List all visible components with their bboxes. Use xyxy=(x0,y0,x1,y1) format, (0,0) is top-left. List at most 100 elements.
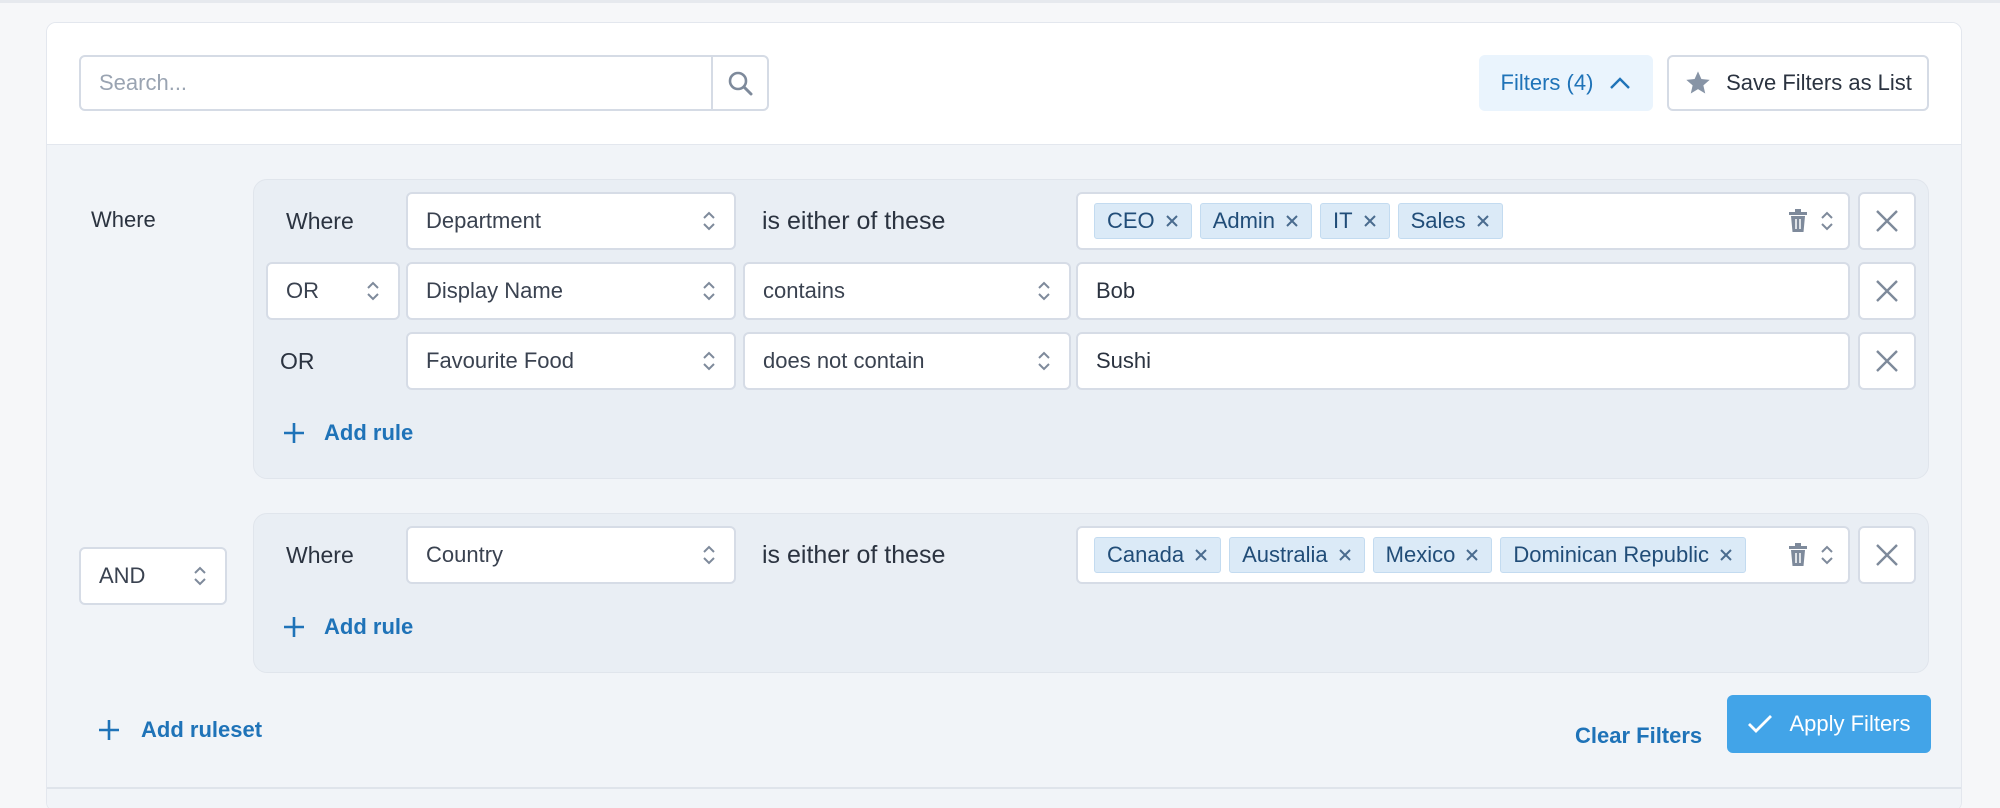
value-input[interactable] xyxy=(1076,262,1850,320)
tag-label: Mexico xyxy=(1385,542,1456,567)
trash-icon[interactable] xyxy=(1788,543,1808,567)
field-select[interactable]: Favourite Food xyxy=(406,332,736,390)
operator-select[interactable]: contains xyxy=(743,262,1071,320)
check-icon xyxy=(1748,715,1773,733)
conjunction-select-value: OR xyxy=(286,278,319,303)
tag-label: Admin xyxy=(1212,208,1276,233)
add-rule-label: Add rule xyxy=(324,614,414,639)
close-icon[interactable] xyxy=(1338,548,1352,562)
filter-builder: Where Where Department is either of thes… xyxy=(47,145,1961,808)
search-input[interactable] xyxy=(81,57,711,109)
rule-row: Where Country is either of these Canada … xyxy=(254,526,1928,584)
value-input[interactable] xyxy=(1076,332,1850,390)
tag-chip: IT xyxy=(1320,203,1390,239)
operator-select[interactable]: does not contain xyxy=(743,332,1071,390)
close-icon xyxy=(1876,210,1898,232)
rule-row: Where Department is either of these CEO … xyxy=(254,192,1928,250)
close-icon xyxy=(1876,280,1898,302)
add-ruleset-button[interactable]: Add ruleset xyxy=(97,717,262,743)
search-box xyxy=(79,55,769,111)
conjunction-select[interactable]: OR xyxy=(266,262,400,320)
star-icon xyxy=(1686,71,1710,94)
field-select-value: Display Name xyxy=(426,278,563,303)
tag-list: CEO Admin IT Sales xyxy=(1094,203,1788,239)
tag-chip: Dominican Republic xyxy=(1500,537,1747,573)
close-icon[interactable] xyxy=(1165,214,1179,228)
operator-label: is either of these xyxy=(762,541,946,569)
operator-label: is either of these xyxy=(762,207,946,235)
field-select-value: Country xyxy=(426,542,504,567)
remove-rule-button[interactable] xyxy=(1858,332,1916,390)
filters-toggle-label: Filters (4) xyxy=(1500,70,1594,95)
tag-input[interactable]: Canada Australia Mexico Dominican Republ… xyxy=(1076,526,1850,584)
close-icon xyxy=(1876,350,1898,372)
apply-filters-button[interactable]: Apply Filters xyxy=(1727,695,1931,753)
chevron-up-icon xyxy=(1610,77,1631,89)
rule-conjunction-label: Where xyxy=(286,542,354,568)
chevron-updown-icon xyxy=(703,281,715,301)
chevron-updown-icon xyxy=(1038,281,1050,301)
chevron-updown-icon[interactable] xyxy=(1820,209,1834,233)
plus-icon xyxy=(284,423,304,443)
ruleset-2: Where Country is either of these Canada … xyxy=(253,513,1929,673)
close-icon[interactable] xyxy=(1476,214,1490,228)
add-ruleset-label: Add ruleset xyxy=(141,717,263,742)
plus-icon xyxy=(284,617,304,637)
filters-toggle-button[interactable]: Filters (4) xyxy=(1479,55,1653,111)
apply-filters-label: Apply Filters xyxy=(1789,711,1911,736)
save-filters-label: Save Filters as List xyxy=(1726,70,1912,95)
remove-rule-button[interactable] xyxy=(1858,192,1916,250)
chevron-updown-icon xyxy=(703,545,715,565)
tag-label: IT xyxy=(1333,208,1353,233)
operator-select-value: does not contain xyxy=(763,348,925,373)
rule-row: OR Favourite Food does not contain xyxy=(254,332,1928,390)
rule-conjunction-label: Where xyxy=(286,208,354,234)
field-select[interactable]: Display Name xyxy=(406,262,736,320)
remove-rule-button[interactable] xyxy=(1858,526,1916,584)
close-icon[interactable] xyxy=(1363,214,1377,228)
tag-chip: Australia xyxy=(1229,537,1365,573)
tag-chip: CEO xyxy=(1094,203,1192,239)
close-icon[interactable] xyxy=(1719,548,1733,562)
filter-toolbar: Filters (4) Save Filters as List xyxy=(47,23,1961,145)
close-icon[interactable] xyxy=(1285,214,1299,228)
add-rule-button[interactable]: Add rule xyxy=(282,614,413,640)
clear-filters-button[interactable]: Clear Filters xyxy=(1575,723,1702,749)
tag-chip: Admin xyxy=(1199,203,1313,239)
tag-chip: Canada xyxy=(1094,537,1222,573)
save-filters-button[interactable]: Save Filters as List xyxy=(1667,55,1929,111)
tag-label: Australia xyxy=(1242,542,1328,567)
tag-chip: Sales xyxy=(1397,203,1503,239)
close-icon[interactable] xyxy=(1465,548,1479,562)
tag-label: Canada xyxy=(1107,542,1185,567)
remove-rule-button[interactable] xyxy=(1858,262,1916,320)
chevron-updown-icon[interactable] xyxy=(1820,543,1834,567)
close-icon[interactable] xyxy=(1194,548,1208,562)
field-select[interactable]: Country xyxy=(406,526,736,584)
close-icon xyxy=(1876,544,1898,566)
ruleset-conjunction-value: AND xyxy=(99,563,146,588)
add-rule-button[interactable]: Add rule xyxy=(282,420,413,446)
chevron-updown-icon xyxy=(703,211,715,231)
field-select-value: Favourite Food xyxy=(426,348,574,373)
top-divider xyxy=(0,0,2000,3)
rule-row: OR Display Name contains xyxy=(254,262,1928,320)
tag-label: CEO xyxy=(1107,208,1155,233)
plus-icon xyxy=(99,720,119,740)
trash-icon[interactable] xyxy=(1788,209,1808,233)
chevron-updown-icon xyxy=(703,351,715,371)
ruleset-conjunction-select[interactable]: AND xyxy=(79,547,227,605)
operator-select-value: contains xyxy=(763,278,845,303)
search-button[interactable] xyxy=(711,57,767,109)
tag-label: Dominican Republic xyxy=(1513,542,1710,567)
chevron-updown-icon xyxy=(194,566,206,586)
ruleset-1: Where Department is either of these CEO … xyxy=(253,179,1929,479)
rule-conjunction-label: OR xyxy=(280,348,315,374)
filter-panel: Filters (4) Save Filters as List Where W… xyxy=(46,22,1962,808)
field-select[interactable]: Department xyxy=(406,192,736,250)
tag-input[interactable]: CEO Admin IT Sales xyxy=(1076,192,1850,250)
add-rule-label: Add rule xyxy=(324,420,414,445)
tag-list: Canada Australia Mexico Dominican Republ… xyxy=(1094,537,1788,573)
tag-actions xyxy=(1788,209,1840,233)
tag-chip: Mexico xyxy=(1372,537,1493,573)
